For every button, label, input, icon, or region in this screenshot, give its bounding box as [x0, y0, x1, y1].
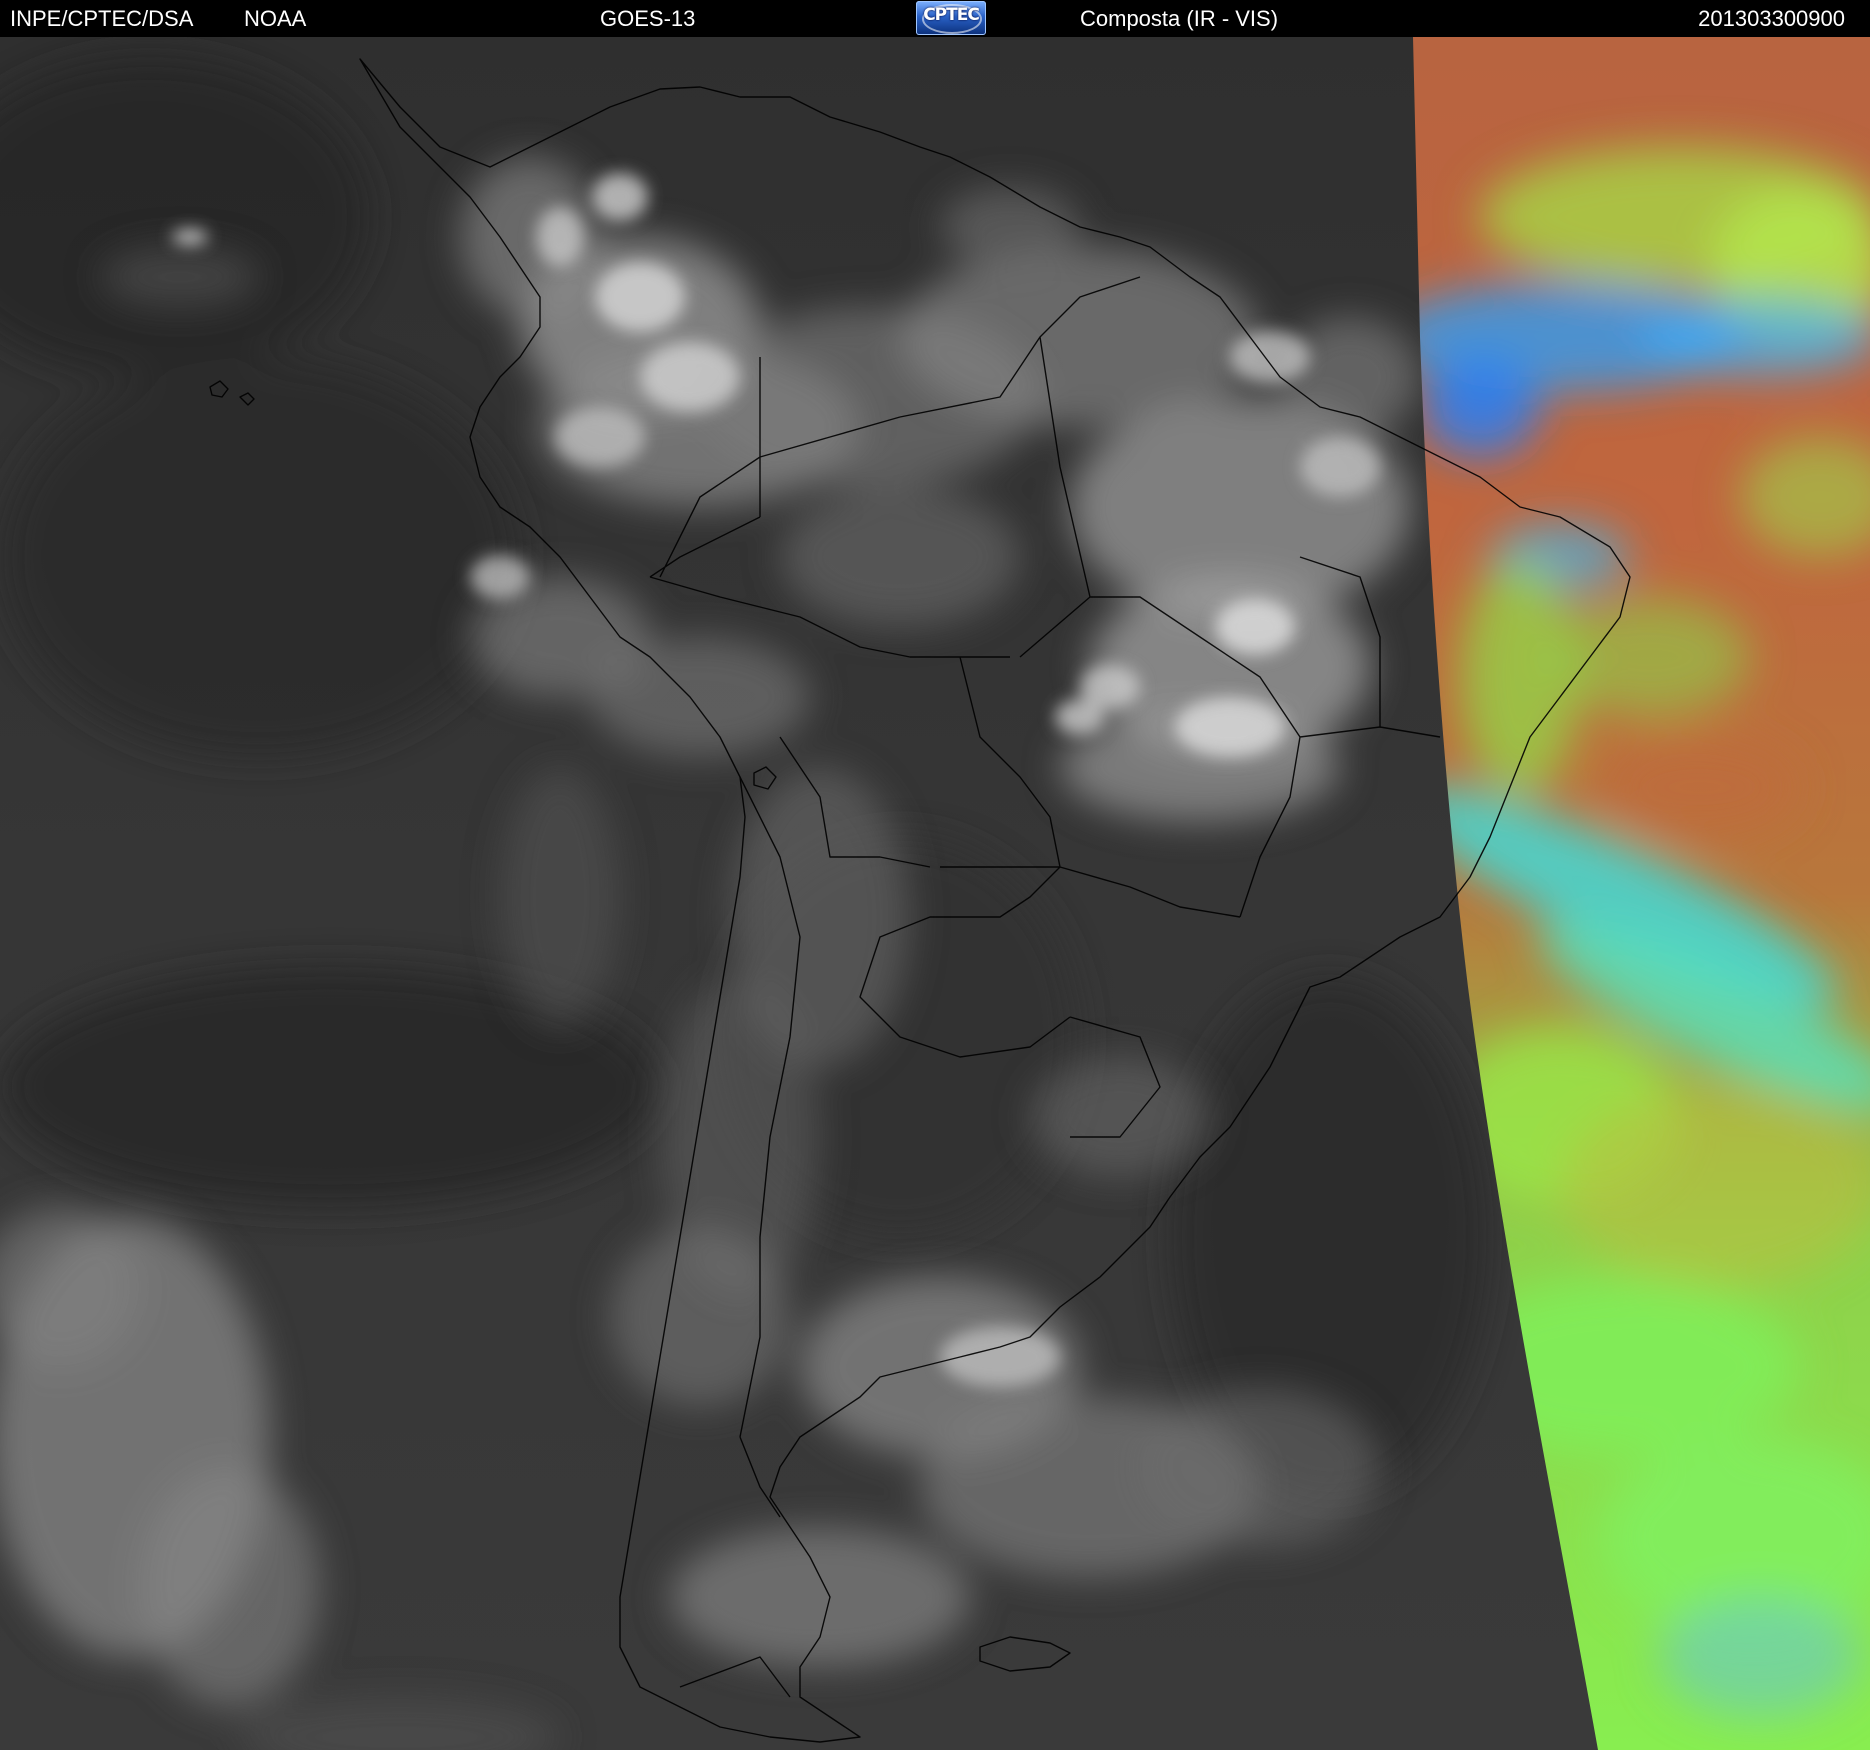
- timestamp-label: 201303300900: [1698, 6, 1845, 31]
- logo-text: CPTEC: [923, 5, 980, 25]
- provider-label: NOAA: [244, 6, 307, 31]
- product-label: Composta (IR - VIS): [1080, 6, 1279, 31]
- agency-label: INPE/CPTEC/DSA: [10, 6, 194, 31]
- header-bar: INPE/CPTEC/DSA NOAA GOES-13 CPTEC Compos…: [0, 0, 1870, 37]
- satellite-image: [0, 37, 1870, 1750]
- satellite-label: GOES-13: [600, 6, 696, 31]
- satellite-composite-svg: [0, 37, 1870, 1750]
- cptec-logo-icon: CPTEC: [916, 1, 986, 35]
